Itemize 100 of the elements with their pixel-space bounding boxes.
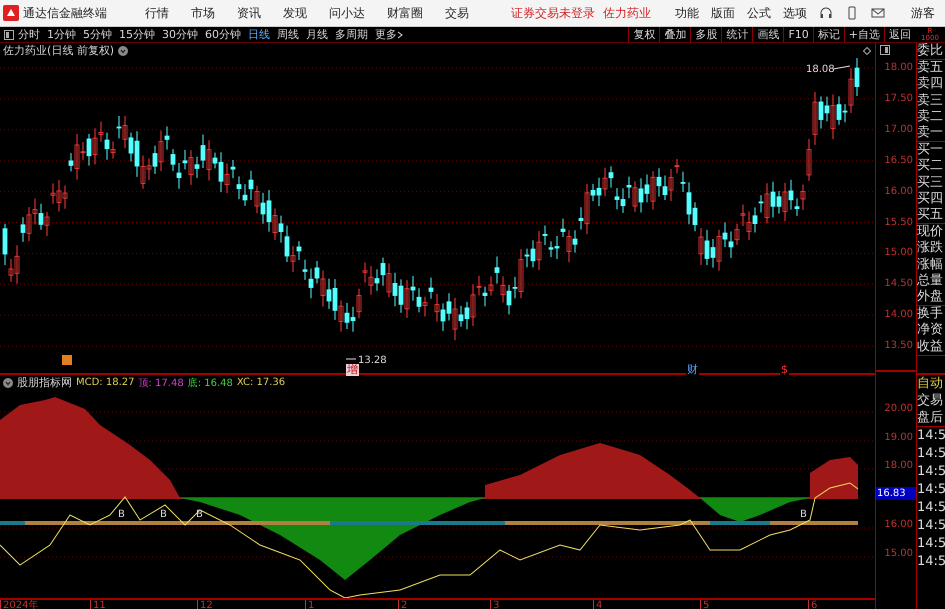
period-tab[interactable]: 日线 <box>248 27 270 42</box>
toolbar-menu-item[interactable]: 功能 <box>675 4 699 22</box>
quote-label: 买三 <box>917 174 944 191</box>
event-marker[interactable]: 增 <box>346 364 359 376</box>
app-logo-icon <box>3 5 19 21</box>
menu-item[interactable]: 资讯 <box>237 4 261 22</box>
toolbar-button[interactable]: +自选 <box>844 27 884 42</box>
period-tab[interactable]: 月线 <box>306 27 328 42</box>
quote-label: 现价 <box>917 224 944 240</box>
price-tick: 19.00 <box>884 432 913 444</box>
period-tab[interactable]: 周线 <box>277 27 299 42</box>
trade-time: 14:5 <box>917 445 945 463</box>
trade-time: 14:5 <box>917 517 945 535</box>
quote-label: 卖五 <box>917 60 944 76</box>
date-label: 4 <box>593 600 602 609</box>
quote-label: 买二 <box>917 158 944 175</box>
period-tab[interactable]: 30分钟 <box>162 27 198 42</box>
toolbar-button[interactable]: 返回 <box>884 27 915 42</box>
quote-label: 买四 <box>917 190 944 208</box>
quote-label: 外盘 <box>917 289 944 306</box>
price-tick: 18.00 <box>884 62 913 74</box>
mode-tab[interactable]: 交易 <box>917 392 945 409</box>
panel-toggle-icon[interactable] <box>880 45 890 55</box>
period-tab[interactable]: 分时 <box>18 27 40 42</box>
quote-label: 净资 <box>917 322 944 339</box>
toolbar-menu-item[interactable]: 版面 <box>711 4 735 22</box>
mode-tab[interactable]: 自动 <box>917 375 945 392</box>
date-label: 5 <box>700 600 710 609</box>
price-tick: 14.00 <box>884 309 913 322</box>
price-tick: 15.00 <box>884 247 913 260</box>
price-tick: 13.50 <box>884 340 913 352</box>
quote-label: 换手 <box>917 306 944 322</box>
panel-toggle-icon[interactable] <box>4 30 14 40</box>
trade-time: 14:5 <box>917 481 945 499</box>
date-label: 1 <box>305 600 314 609</box>
price-tick: 17.50 <box>884 92 913 105</box>
trade-time: 14:5 <box>917 553 945 571</box>
toolbar-menu-item[interactable]: 选项 <box>783 4 807 22</box>
quote-label: 买五 <box>917 207 944 224</box>
date-label: 6 <box>808 600 818 609</box>
trade-time: 14:5 <box>917 427 945 445</box>
high-price-annotation: 18.08 <box>806 64 850 75</box>
menu-item[interactable]: 交易 <box>445 4 469 22</box>
date-label: 12 <box>197 600 213 609</box>
menu-item[interactable]: 问小达 <box>329 4 365 22</box>
login-notice[interactable]: 证券交易未登录 <box>511 4 595 22</box>
menu-item[interactable]: 市场 <box>191 4 215 22</box>
menu-item[interactable]: 发现 <box>283 4 307 22</box>
price-tick: 20.00 <box>884 403 913 416</box>
event-marker-icon[interactable] <box>62 355 72 365</box>
period-tab[interactable]: 15分钟 <box>119 27 155 42</box>
indicator-value: XC: 17.36 <box>236 377 286 388</box>
indicator-value: 顶: 17.48 <box>138 376 184 390</box>
quote-label: 收益 <box>917 338 944 355</box>
indicator-name: 股朋指标网 <box>17 375 72 390</box>
period-tab[interactable]: 多周期 <box>335 27 368 42</box>
mode-tab[interactable]: 盘后 <box>917 409 945 426</box>
period-tab[interactable]: 60分钟 <box>205 27 241 42</box>
toolbar-button[interactable]: 画线 <box>752 27 784 42</box>
quote-label: 卖三 <box>917 92 944 109</box>
trade-time: 14:5 <box>917 463 945 481</box>
price-tick: 15.00 <box>884 548 913 560</box>
chart-title: 佐力药业(日线 前复权) <box>3 43 114 58</box>
quote-label: 涨幅 <box>917 256 944 273</box>
toolbar-button[interactable]: 叠加 <box>659 27 690 42</box>
mail-icon[interactable] <box>871 6 885 20</box>
price-tick: 16.00 <box>884 186 913 198</box>
dropdown-icon[interactable] <box>118 46 128 56</box>
toolbar-menu-item[interactable]: 公式 <box>747 4 771 22</box>
price-tick: 14.50 <box>884 278 913 290</box>
diamond-icon[interactable] <box>863 47 871 55</box>
trade-time: 14:5 <box>917 499 945 517</box>
toolbar-button[interactable]: 复权 <box>628 27 660 42</box>
more-button[interactable]: 更多 <box>375 27 403 42</box>
quote-label: 卖一 <box>917 125 944 142</box>
menu-item[interactable]: 财富圈 <box>387 4 423 22</box>
user-name[interactable]: 游客 <box>911 4 935 22</box>
headset-icon[interactable] <box>819 6 833 20</box>
quote-label: 卖四 <box>917 76 944 93</box>
period-tab[interactable]: 1分钟 <box>47 27 76 42</box>
toolbar-button[interactable]: 统计 <box>721 27 752 42</box>
price-tick: 15.50 <box>884 216 913 228</box>
toolbar-button[interactable]: 标记 <box>812 27 844 42</box>
dropdown-icon[interactable] <box>3 378 13 388</box>
date-label: 11 <box>90 600 106 609</box>
quote-label: 委比 <box>917 43 944 60</box>
toolbar-button[interactable]: F10 <box>783 27 813 42</box>
quote-label: 涨跌 <box>917 240 944 257</box>
price-tick: 16.50 <box>884 154 913 167</box>
event-marker[interactable]: $ <box>780 364 789 376</box>
event-marker[interactable]: 财 <box>686 364 699 376</box>
buy-signal-label: B <box>800 509 807 520</box>
menu-item[interactable]: 行情 <box>145 4 169 22</box>
price-tick: 17.00 <box>884 124 913 136</box>
price-tick: 18.00 <box>884 460 913 472</box>
toolbar-button[interactable]: 多股 <box>690 27 722 42</box>
period-tab[interactable]: 5分钟 <box>83 27 112 42</box>
indicator-value: MCD: 18.27 <box>76 377 134 388</box>
price-tick: 16.00 <box>884 519 913 532</box>
stock-name: 佐力药业 <box>603 4 651 22</box>
